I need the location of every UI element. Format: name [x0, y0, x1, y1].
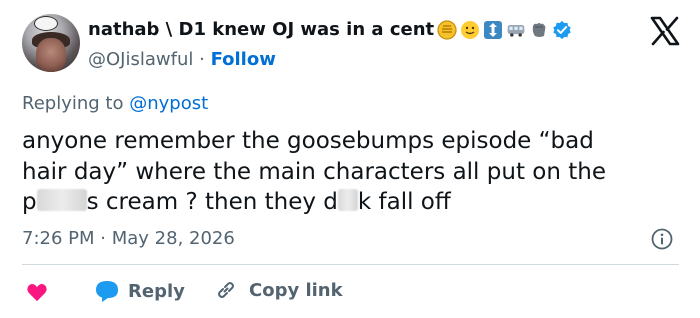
link-icon	[218, 282, 234, 298]
author-display-name[interactable]: nathab \ D1 knew OJ was in a cent	[88, 19, 434, 40]
tweet-line-3: p s cream ? then they d k fall off	[22, 187, 682, 218]
tweet-date: May 28, 2026	[111, 228, 235, 249]
tweet-line-3-middle: s cream ? then they d	[86, 189, 338, 215]
info-icon[interactable]	[651, 228, 673, 250]
timestamp-separator: ·	[100, 228, 106, 249]
x-logo-icon[interactable]	[650, 16, 680, 46]
verified-badge-icon	[553, 20, 571, 39]
tweet-line-1: anyone remember the goosebumps episode “…	[22, 128, 594, 154]
avatar[interactable]	[22, 14, 80, 72]
copy-link-label: Copy link	[249, 279, 343, 301]
fist-emoji-icon	[532, 22, 546, 37]
up-down-arrow-emoji-icon	[484, 20, 503, 39]
replying-prefix: Replying to	[22, 93, 124, 114]
coin-emoji-icon	[437, 19, 457, 40]
like-heart-icon[interactable]	[26, 282, 48, 302]
smiley-emoji-icon	[461, 20, 480, 39]
tweet-line-2: hair day” where the main characters all …	[22, 158, 606, 185]
bus-emoji-icon	[507, 24, 525, 37]
replying-to-line: Replying to @nypost	[22, 93, 208, 114]
follow-button[interactable]: Follow	[211, 49, 276, 70]
tweet-line-3-end: k fall off	[357, 189, 451, 215]
author-name-row[interactable]: nathab \ D1 knew OJ was in a cent	[88, 19, 572, 40]
replying-mention-link[interactable]: @nypost	[129, 93, 208, 114]
censor-blur	[337, 189, 358, 211]
copy-link-button[interactable]: Copy link	[215, 279, 343, 301]
handle-separator: ·	[199, 49, 205, 70]
reply-label: Reply	[128, 280, 185, 302]
reply-bubble-icon	[96, 281, 118, 302]
divider	[22, 264, 679, 265]
tweet-text: anyone remember the goosebumps episode “…	[22, 126, 682, 218]
tweet-line-3-start: p	[22, 189, 37, 215]
handle-row: @OJislawful · Follow	[88, 49, 276, 70]
author-handle[interactable]: @OJislawful	[88, 49, 193, 70]
tweet-timestamp[interactable]: 7:26 PM · May 28, 2026	[22, 228, 235, 249]
tweet-time: 7:26 PM	[22, 228, 95, 249]
reply-button[interactable]: Reply	[94, 279, 185, 303]
censor-blur	[36, 189, 87, 211]
